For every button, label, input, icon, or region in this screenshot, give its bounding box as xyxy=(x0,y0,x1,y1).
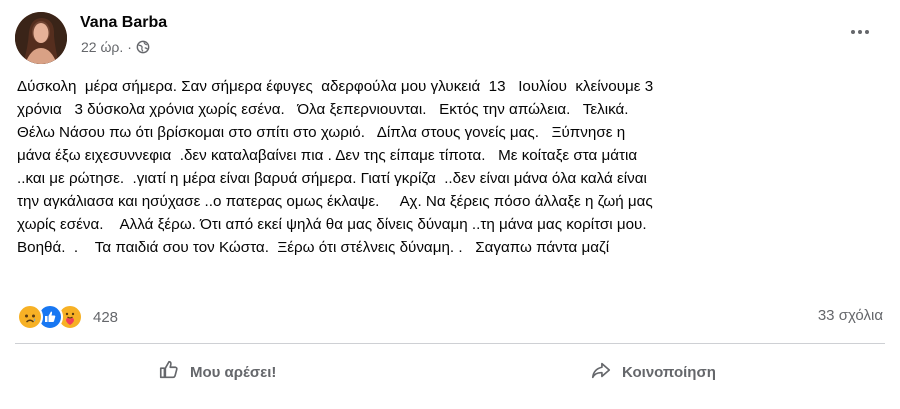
post-text-line: την αγκάλιασα και ησύχασε ..ο πατερας ομ… xyxy=(17,193,653,210)
more-options-icon[interactable] xyxy=(846,22,874,42)
thumbs-up-icon xyxy=(158,359,180,385)
post-text-line: Βοηθά. . Τα παιδιά σου τον Κώστα. Ξέρω ό… xyxy=(17,239,610,256)
post-text-line: χωρίς εσένα. Αλλά ξέρω. Ότι από εκεί ψηλ… xyxy=(17,216,647,233)
profile-photo xyxy=(15,12,67,64)
post-text-line: μάνα έξω ειχεσυννεφια .δεν καταλαβαίνει … xyxy=(17,147,638,164)
divider xyxy=(15,343,885,344)
post-time[interactable]: 22 ώρ. xyxy=(81,39,123,55)
post-text-line: χρόνια 3 δύσκολα χρόνια χωρίς εσένα. Όλα… xyxy=(17,101,629,118)
author-name[interactable]: Vana Barba xyxy=(80,14,167,32)
reactions-summary[interactable]: 428 xyxy=(17,304,118,330)
post-meta: 22 ώρ. · xyxy=(81,39,150,55)
comments-count[interactable]: 33 σχόλια xyxy=(818,307,883,324)
dot xyxy=(851,30,855,34)
share-button[interactable]: Κοινοποίηση xyxy=(590,352,716,392)
meta-separator: · xyxy=(127,39,132,55)
post-text-line: Θέλω Νάσου πω ότι βρίσκομαι στο σπίτι στ… xyxy=(17,124,626,141)
facebook-post: Vana Barba 22 ώρ. · Δύσκολη μέρα σήμερα.… xyxy=(0,0,900,409)
dot xyxy=(865,30,869,34)
like-button-label: Μου αρέσει! xyxy=(190,363,277,381)
dot xyxy=(858,30,862,34)
share-button-label: Κοινοποίηση xyxy=(622,363,716,381)
post-text-line: Δύσκολη μέρα σήμερα. Σαν σήμερα έφυγες α… xyxy=(17,78,654,95)
sad-reaction-icon xyxy=(17,304,43,330)
like-button[interactable]: Μου αρέσει! xyxy=(158,352,276,392)
reaction-count: 428 xyxy=(93,308,119,326)
share-arrow-icon xyxy=(590,359,612,385)
avatar[interactable] xyxy=(15,12,67,64)
post-text-line: ..και με ρώτησε. .γιατί η μέρα είναι βαρ… xyxy=(17,170,647,187)
globe-icon[interactable] xyxy=(136,40,150,54)
post-text: Δύσκολη μέρα σήμερα. Σαν σήμερα έφυγες α… xyxy=(17,75,887,259)
